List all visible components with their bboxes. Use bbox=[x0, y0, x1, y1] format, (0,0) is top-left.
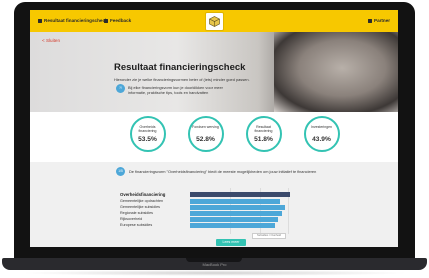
nav-partner-link[interactable]: Partner bbox=[368, 18, 390, 23]
result-label: Resultaat financiering bbox=[254, 125, 273, 133]
breakdown-bar bbox=[190, 217, 278, 222]
step-badge: 1/5 bbox=[116, 167, 125, 176]
breakdown-bar-heading bbox=[190, 192, 290, 197]
breakdown-label: Gemeentelijke opdrachten bbox=[120, 199, 164, 203]
page-title: Resultaat financieringscheck bbox=[114, 62, 246, 73]
result-summary: De financieringsvorm "Overheidsfinancier… bbox=[129, 169, 317, 174]
back-link[interactable]: < Sluiten bbox=[42, 38, 60, 43]
breakdown-bar bbox=[190, 211, 282, 216]
screen: Resultaat financieringscheck Feedback Pa… bbox=[30, 10, 398, 247]
breakdown-label: Europese subsidies bbox=[120, 223, 153, 227]
hero-photo bbox=[274, 32, 398, 112]
result-value: 53.5% bbox=[138, 136, 157, 143]
breakdown-heading: Overheidsfinanciering bbox=[120, 192, 166, 197]
breakdown-bar bbox=[190, 205, 285, 210]
result-label: Investeringen bbox=[310, 125, 332, 129]
breakdown-label: Rijksoverheid bbox=[120, 217, 143, 221]
result-value: 43.9% bbox=[312, 136, 331, 143]
info-text: Bij elke financieringsvorm kun je doorkl… bbox=[128, 85, 223, 95]
logo[interactable] bbox=[205, 12, 224, 31]
breakdown-bar bbox=[190, 199, 280, 204]
result-ring[interactable]: Investeringen 43.9% bbox=[304, 116, 340, 152]
cube-icon bbox=[209, 16, 220, 27]
breakdown-label: Gemeentelijke subsidies bbox=[120, 205, 160, 209]
result-ring[interactable]: Overheids financiering 53.5% bbox=[130, 116, 166, 152]
breakdown-label: Regionale subsidies bbox=[120, 211, 154, 215]
nav-feedback-link[interactable]: Feedback bbox=[104, 18, 131, 23]
laptop-shadow bbox=[20, 270, 409, 276]
result-ring[interactable]: Resultaat financiering 51.8% bbox=[246, 116, 282, 152]
page-subtitle: Hieronder zie je welke financieringsvorm… bbox=[114, 77, 250, 82]
user-icon bbox=[368, 18, 372, 23]
chat-icon bbox=[104, 18, 108, 23]
result-value: 52.8% bbox=[196, 136, 215, 143]
result-value: 51.8% bbox=[254, 136, 273, 143]
result-label: Fondsen werving bbox=[192, 125, 219, 129]
top-navigation: Resultaat financieringscheck Feedback Pa… bbox=[30, 10, 398, 32]
legend: Subsidies / Overheid bbox=[252, 233, 286, 239]
info-badge: ?! bbox=[116, 84, 125, 93]
breakdown-bar bbox=[190, 223, 275, 228]
document-icon bbox=[38, 18, 42, 23]
result-ring[interactable]: Fondsen werving 52.8% bbox=[188, 116, 224, 152]
read-more-button[interactable]: Lees meer bbox=[216, 239, 246, 246]
nav-results-link[interactable]: Resultaat financieringscheck bbox=[38, 18, 108, 23]
device-label: MacBook Pro bbox=[202, 262, 227, 267]
result-label: Overheids financiering bbox=[138, 125, 157, 133]
